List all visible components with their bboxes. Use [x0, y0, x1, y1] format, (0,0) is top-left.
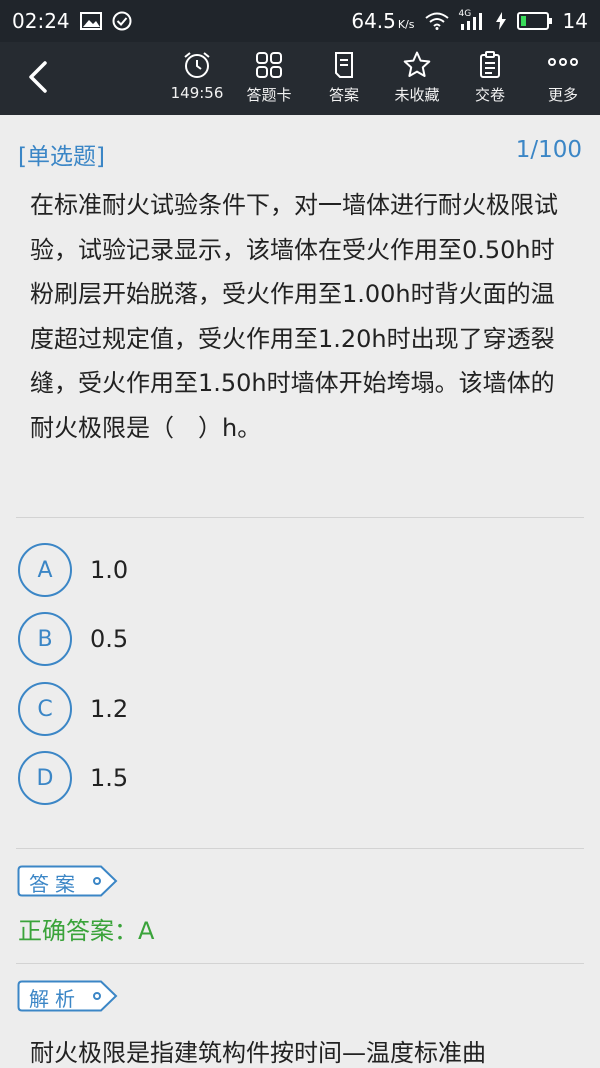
answer-tag-label: 答案 [29, 872, 81, 896]
divider [16, 848, 584, 849]
clock: 02:24 [12, 9, 70, 33]
option-letter: D [18, 751, 72, 805]
question-type: [单选题] [18, 144, 105, 170]
option-a[interactable]: A 1.0 [18, 541, 578, 599]
divider [16, 963, 584, 964]
star-icon [403, 51, 431, 77]
option-letter: C [18, 682, 72, 736]
status-bar: 02:24 64.5 K/s 4G 14 [0, 0, 600, 42]
grid-icon [256, 52, 282, 78]
back-arrow-icon [29, 61, 47, 93]
answer-card-button[interactable]: 答题卡 [233, 50, 305, 110]
divider [16, 517, 584, 518]
timer-button[interactable]: 149:56 [161, 50, 233, 110]
exam-toolbar: 149:56 答题卡 答案 未收藏 交卷 更多 [0, 42, 600, 115]
signal-icon: 4G [459, 9, 485, 30]
question-progress: 1/100 [515, 137, 582, 163]
answer-card-label: 答题卡 [246, 86, 292, 104]
submit-label: 交卷 [474, 86, 505, 104]
option-d[interactable]: D 1.5 [18, 749, 578, 807]
answer-label: 答案 [328, 86, 359, 104]
more-dots-icon [548, 58, 578, 66]
clipboard-icon [480, 51, 500, 78]
back-button[interactable] [18, 57, 58, 97]
more-label: 更多 [547, 86, 578, 104]
network-speed: 64.5 K/s [351, 9, 415, 33]
gallery-icon [79, 12, 102, 30]
answer-button[interactable]: 答案 [308, 50, 380, 110]
battery-level: 14 [562, 9, 588, 33]
question-text: 在标准耐火试验条件下，对一墙体进行耐火极限试验，试验记录显示，该墙体在受火作用至… [30, 191, 558, 442]
option-b[interactable]: B 0.5 [18, 610, 578, 668]
option-text: 1.0 [90, 556, 129, 584]
option-c[interactable]: C 1.2 [18, 680, 578, 738]
more-button[interactable]: 更多 [527, 50, 599, 110]
alarm-clock-icon [184, 52, 210, 78]
timer-label: 149:56 [170, 84, 224, 102]
favorite-label: 未收藏 [394, 86, 440, 104]
option-text: 1.5 [90, 764, 129, 792]
wifi-icon [424, 12, 449, 30]
submit-button[interactable]: 交卷 [454, 50, 526, 110]
option-text: 0.5 [90, 625, 129, 653]
battery-icon [516, 12, 553, 30]
analysis-tag: 解析 [17, 980, 119, 1012]
document-icon [335, 52, 353, 78]
correct-answer: 正确答案：A [18, 917, 155, 945]
favorite-button[interactable]: 未收藏 [381, 50, 453, 110]
analysis-tag-label: 解析 [29, 987, 81, 1011]
analysis-text: 耐火极限是指建筑构件按时间—温度标准曲 [30, 1039, 486, 1067]
option-letter: A [18, 543, 72, 597]
option-letter: B [18, 612, 72, 666]
charging-icon [495, 12, 507, 30]
option-text: 1.2 [90, 695, 129, 723]
answer-tag: 答案 [17, 865, 119, 897]
check-circle-icon [112, 11, 132, 31]
